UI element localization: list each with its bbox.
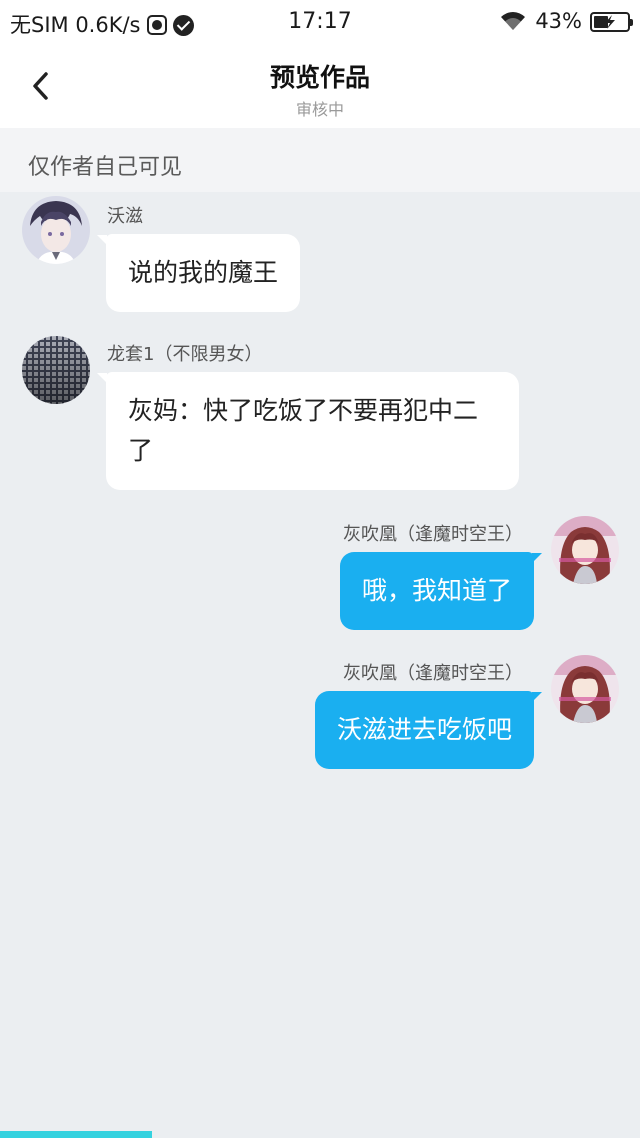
message-item: 沃滋 说的我的魔王 [0,192,640,322]
avatar[interactable] [551,516,619,584]
message-item: 灰吹凰（逢魔时空王） 沃滋进去吃饭吧 [0,649,640,779]
message-item: 龙套1（不限男女） 灰妈：快了吃饭了不要再犯中二了 [0,330,640,500]
header-bar: 预览作品 审核中 [0,44,640,128]
charging-bolt-icon [605,15,615,29]
status-bar: 无SIM 0.6K/s 17:17 43% [0,0,640,44]
avatar[interactable] [551,655,619,723]
message-bubble[interactable]: 哦，我知道了 [339,552,534,630]
visibility-notice: 仅作者自己可见 [0,128,640,192]
page-title: 预览作品 [269,63,370,92]
battery-percent: 43% [535,9,582,33]
wifi-icon [501,12,526,30]
chat-preview-screen: 无SIM 0.6K/s 17:17 43% 预览作品 审核中 仅作者自己可见 沃… [0,0,640,1138]
message-item: 灰吹凰（逢魔时空王） 哦，我知道了 [0,510,640,640]
avatar-image [551,655,619,723]
sender-name: 灰吹凰（逢魔时空王） [343,663,523,684]
status-right: 43% [499,9,633,33]
avatar-image [22,336,90,404]
avatar-image [22,196,90,264]
battery-icon [590,12,633,32]
avatar[interactable] [22,336,90,404]
message-bubble[interactable]: 沃滋进去吃饭吧 [314,691,534,769]
sender-name: 灰吹凰（逢魔时空王） [343,524,523,545]
message-bubble[interactable]: 说的我的魔王 [106,234,301,312]
sender-name: 龙套1（不限男女） [107,344,263,365]
page-subtitle: 审核中 [295,100,344,119]
avatar-image [551,516,619,584]
message-bubble[interactable]: 灰妈：快了吃饭了不要再犯中二了 [106,372,519,490]
loading-progress-bar [0,1131,152,1138]
sender-name: 沃滋 [107,206,143,227]
avatar[interactable] [22,196,90,264]
